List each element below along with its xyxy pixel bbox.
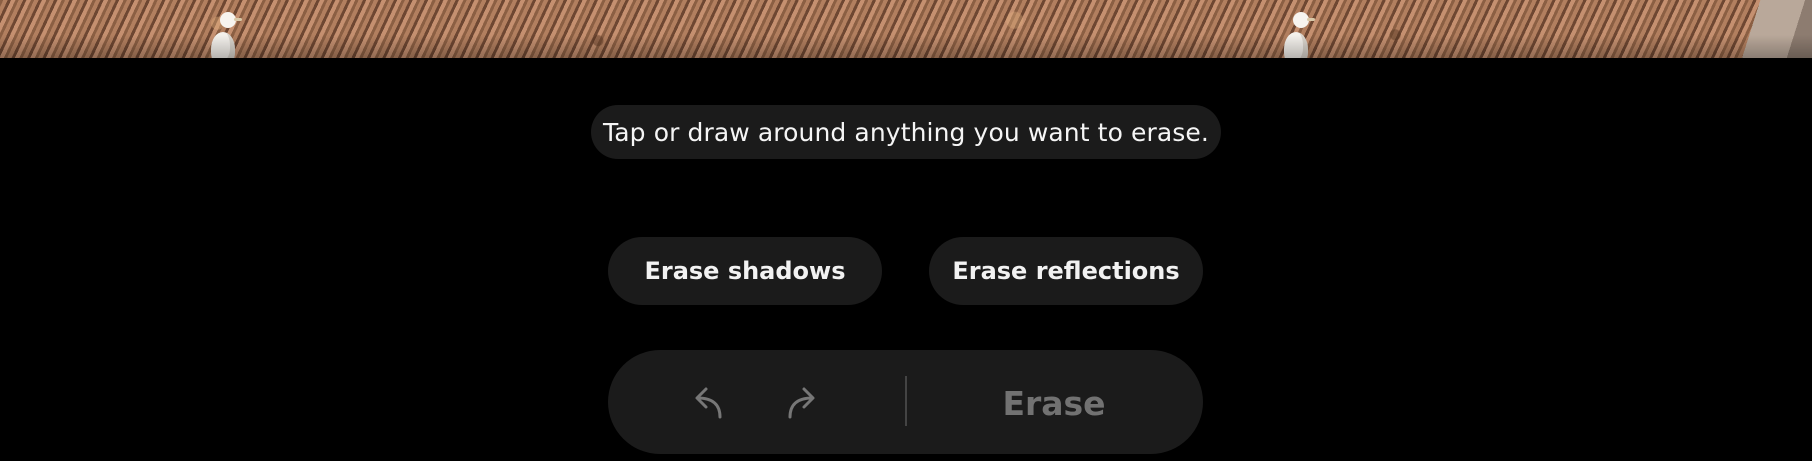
redo-button[interactable]: [779, 380, 825, 426]
erase-reflections-label: Erase reflections: [952, 257, 1180, 285]
toolbar-divider: [905, 376, 907, 426]
wooden-post: [1734, 0, 1812, 58]
erase-shadows-button[interactable]: Erase shadows: [608, 237, 882, 305]
erase-button-label: Erase: [1002, 383, 1106, 423]
undo-button[interactable]: [685, 380, 731, 426]
seagull-right: [1278, 10, 1315, 58]
undo-icon: [695, 387, 722, 419]
erase-toolbar: Erase: [608, 350, 1203, 454]
erase-hint-text: Tap or draw around anything you want to …: [603, 117, 1209, 147]
seagull-left: [205, 10, 242, 58]
erase-reflections-button[interactable]: Erase reflections: [929, 237, 1203, 305]
erase-button[interactable]: Erase: [948, 368, 1160, 438]
erase-shadows-label: Erase shadows: [644, 257, 846, 285]
redo-icon: [788, 387, 815, 419]
erase-hint: Tap or draw around anything you want to …: [591, 105, 1221, 159]
photo-preview: [0, 0, 1812, 58]
